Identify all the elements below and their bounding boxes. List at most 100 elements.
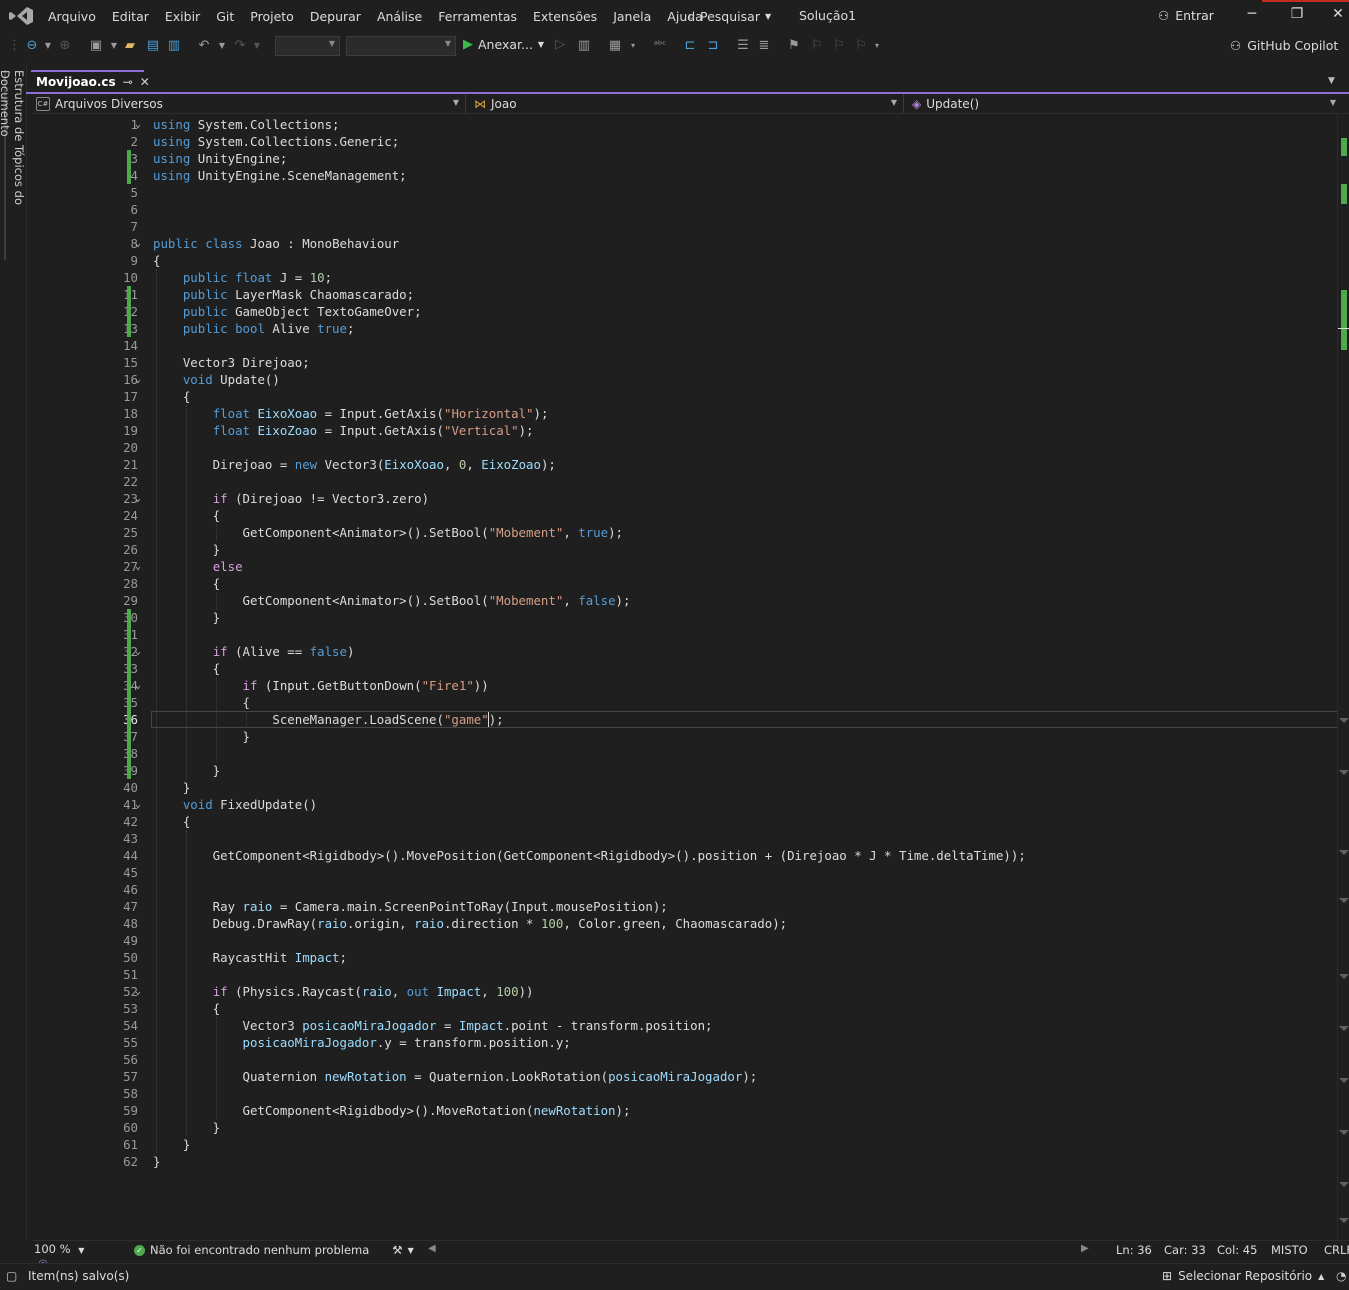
menu-item-ferramentas[interactable]: Ferramentas xyxy=(430,9,525,24)
code-line[interactable]: 17 { xyxy=(32,388,1349,405)
code-line[interactable]: 16 ⌄ void Update() xyxy=(32,371,1349,388)
code-line[interactable]: 1 ⌄ using System.Collections; xyxy=(32,116,1349,133)
run-without-debug-icon[interactable]: ▷ xyxy=(555,37,565,52)
code-line[interactable]: 45 xyxy=(32,864,1349,881)
fold-chevron-icon[interactable]: ⌄ xyxy=(132,558,144,575)
code-line[interactable]: 51 xyxy=(32,966,1349,983)
pin-icon[interactable]: ⊸ xyxy=(123,75,133,89)
signin-button[interactable]: ⚇ Entrar xyxy=(1158,8,1214,23)
menu-item-arquivo[interactable]: Arquivo xyxy=(40,9,104,24)
class-dropdown[interactable]: ⋈ Joao ▼ xyxy=(470,94,904,113)
code-line[interactable]: 39 } xyxy=(32,762,1349,779)
code-line[interactable]: 6 xyxy=(32,201,1349,218)
fold-chevron-icon[interactable]: ⌄ xyxy=(132,235,144,252)
code-line[interactable]: 40 } xyxy=(32,779,1349,796)
solution-configuration-select[interactable]: ▼ xyxy=(275,36,340,56)
save-all-icon[interactable]: ▥ xyxy=(166,37,182,55)
code-line[interactable]: 15 Vector3 Direjoao; xyxy=(32,354,1349,371)
fold-chevron-icon[interactable]: ⌄ xyxy=(132,490,144,507)
code-line[interactable]: 54 Vector3 posicaoMiraJogador = Impact.p… xyxy=(32,1017,1349,1034)
fold-chevron-icon[interactable]: ⌄ xyxy=(132,116,144,133)
open-folder-icon[interactable]: ▰ xyxy=(122,37,138,55)
code-line[interactable]: 60 } xyxy=(32,1119,1349,1136)
chevron-down-icon[interactable]: ▼ xyxy=(217,37,227,55)
code-line[interactable]: 52 ⌄ if (Physics.Raycast(raio, out Impact… xyxy=(32,983,1349,1000)
search-box[interactable]: ⌕ Pesquisar ▼ xyxy=(688,7,771,25)
issues-indicator[interactable]: ✓ Não foi encontrado nenhum problema ⚒ ▼ xyxy=(134,1243,414,1257)
code-line[interactable]: 29 GetComponent<Animator>().SetBool("Mob… xyxy=(32,592,1349,609)
menu-item-exibir[interactable]: Exibir xyxy=(157,9,208,24)
fold-chevron-icon[interactable]: ⌄ xyxy=(132,677,144,694)
code-line[interactable]: 61 } xyxy=(32,1136,1349,1153)
code-line[interactable]: 10 public float J = 10; xyxy=(32,269,1349,286)
chevron-down-icon[interactable]: ▼ xyxy=(109,37,119,55)
project-dropdown[interactable]: C# Arquivos Diversos ▼ xyxy=(32,94,466,113)
fold-chevron-icon[interactable]: ⌄ xyxy=(132,643,144,660)
code-line[interactable]: 27 ⌄ else xyxy=(32,558,1349,575)
code-line[interactable]: 56 xyxy=(32,1051,1349,1068)
code-line[interactable]: 11 public LayerMask Chaomascarado; xyxy=(32,286,1349,303)
code-line[interactable]: 57 Quaternion newRotation = Quaternion.L… xyxy=(32,1068,1349,1085)
code-line[interactable]: 24 { xyxy=(32,507,1349,524)
code-line[interactable]: 59 GetComponent<Rigidbody>().MoveRotatio… xyxy=(32,1102,1349,1119)
chevron-down-icon[interactable]: ▾ xyxy=(628,37,638,55)
code-line[interactable]: 38 xyxy=(32,745,1349,762)
code-line[interactable]: 58 xyxy=(32,1085,1349,1102)
menu-item-extensões[interactable]: Extensões xyxy=(525,9,605,24)
outdent-icon[interactable]: ☰ xyxy=(734,37,752,55)
menu-item-editar[interactable]: Editar xyxy=(104,9,157,24)
code-line[interactable]: 36 SceneManager.LoadScene("game"); xyxy=(32,711,1349,728)
minimize-button[interactable]: ─ xyxy=(1237,6,1267,26)
chevron-down-icon[interactable]: ▼ xyxy=(43,37,53,55)
prev-bookmark-icon[interactable]: ⚐ xyxy=(808,37,826,55)
code-line[interactable]: 18 float EixoXoao = Input.GetAxis("Horiz… xyxy=(32,405,1349,422)
visual-studio-logo-icon[interactable] xyxy=(8,5,34,27)
scroll-right-icon[interactable]: ▶ xyxy=(1081,1243,1089,1254)
member-dropdown[interactable]: ◈ Update() ▼ xyxy=(908,94,1342,113)
toolbar-overflow-icon[interactable]: ▾ xyxy=(872,37,882,55)
code-line[interactable]: 50 RaycastHit Impact; xyxy=(32,949,1349,966)
code-line[interactable]: 31 xyxy=(32,626,1349,643)
code-line[interactable]: 14 xyxy=(32,337,1349,354)
code-line[interactable]: 55 posicaoMiraJogador.y = transform.posi… xyxy=(32,1034,1349,1051)
code-line[interactable]: 44 GetComponent<Rigidbody>().MovePositio… xyxy=(32,847,1349,864)
code-line[interactable]: 3 using UnityEngine; xyxy=(32,150,1349,167)
fold-chevron-icon[interactable]: ⌄ xyxy=(132,371,144,388)
code-line[interactable]: 34⌄ if (Input.GetButtonDown("Fire1")) xyxy=(32,677,1349,694)
code-line[interactable]: 49 xyxy=(32,932,1349,949)
code-line[interactable]: 21 Direjoao = new Vector3(EixoXoao, 0, E… xyxy=(32,456,1349,473)
code-line[interactable]: 41 ⌄ void FixedUpdate() xyxy=(32,796,1349,813)
code-line[interactable]: 12 public GameObject TextoGameOver; xyxy=(32,303,1349,320)
code-line[interactable]: 22 xyxy=(32,473,1349,490)
select-repository-button[interactable]: ⊞ Selecionar Repositório ▲ xyxy=(1162,1269,1324,1283)
code-line[interactable]: 26 } xyxy=(32,541,1349,558)
code-line[interactable]: 20 xyxy=(32,439,1349,456)
layout-icon[interactable]: ▦ xyxy=(606,37,624,55)
close-tab-icon[interactable]: ✕ xyxy=(140,75,150,89)
scroll-left-icon[interactable]: ◀ xyxy=(428,1243,436,1254)
browse-folder-icon[interactable]: ▥ xyxy=(575,37,593,55)
code-line[interactable]: 33 { xyxy=(32,660,1349,677)
attach-debugger-button[interactable]: ▶ Anexar... ▼ ▷ xyxy=(463,37,565,52)
code-line[interactable]: 9{ xyxy=(32,252,1349,269)
code-line[interactable]: 8 ⌄ public class Joao : MonoBehaviour xyxy=(32,235,1349,252)
clear-bookmarks-icon[interactable]: ⚐ xyxy=(852,37,870,55)
code-line[interactable]: 23 ⌄ if (Direjoao != Vector3.zero) xyxy=(32,490,1349,507)
next-bookmark-icon[interactable]: ⚐ xyxy=(830,37,848,55)
code-line[interactable]: 28 { xyxy=(32,575,1349,592)
close-window-button[interactable]: ✕ xyxy=(1327,6,1349,26)
line-number-indicator[interactable]: Ln: 36 xyxy=(1116,1243,1152,1257)
github-copilot-button[interactable]: ⚇ GitHub Copilot xyxy=(1230,38,1338,53)
code-line[interactable]: 4 using UnityEngine.SceneManagement; xyxy=(32,167,1349,184)
whitespace-indicator[interactable]: MISTO xyxy=(1271,1243,1308,1257)
menu-item-projeto[interactable]: Projeto xyxy=(242,9,302,24)
undo-icon[interactable]: ↶ xyxy=(196,37,212,55)
new-project-icon[interactable]: ▣ xyxy=(88,37,104,55)
menu-item-depurar[interactable]: Depurar xyxy=(302,9,369,24)
line-ending-indicator[interactable]: CRLF xyxy=(1324,1243,1349,1257)
save-icon[interactable]: ▤ xyxy=(145,37,161,55)
code-line[interactable]: 42 { xyxy=(32,813,1349,830)
solution-platform-select[interactable]: ▼ xyxy=(346,36,456,56)
code-line[interactable]: 37 } xyxy=(32,728,1349,745)
code-line[interactable]: 13 public bool Alive true; xyxy=(32,320,1349,337)
